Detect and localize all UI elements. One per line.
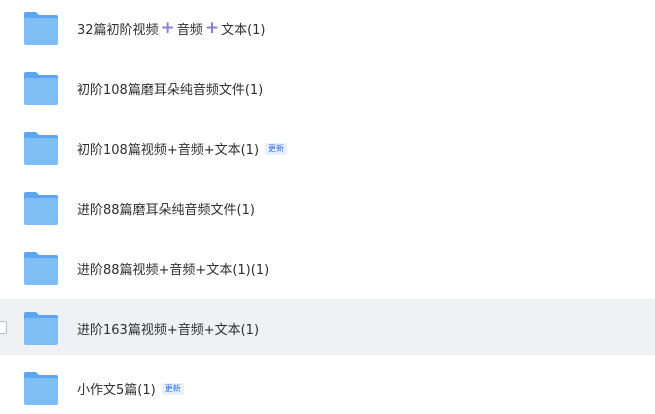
plus-icon: + <box>204 18 220 38</box>
folder-name-text: 进阶88篇磨耳朵纯音频文件(1) <box>77 203 255 218</box>
folder-row[interactable]: 进阶163篇视频+音频+文本(1) <box>0 299 655 355</box>
folder-name[interactable]: 进阶88篇磨耳朵纯音频文件(1) <box>77 199 255 218</box>
folder-name-text: 进阶163篇视频+音频+文本(1) <box>77 323 260 338</box>
folder-row[interactable]: 进阶88篇磨耳朵纯音频文件(1) <box>0 180 655 236</box>
folder-row[interactable]: 小作文5篇(1) 更新 <box>0 360 655 414</box>
folder-name-text: 初阶108篇磨耳朵纯音频文件(1) <box>77 83 264 98</box>
folder-name[interactable]: 小作文5篇(1) 更新 <box>77 379 184 398</box>
folder-icon <box>22 250 60 286</box>
folder-name[interactable]: 初阶108篇磨耳朵纯音频文件(1) <box>77 79 263 98</box>
folder-name-text: 小作文5篇(1) <box>77 383 156 398</box>
folder-icon <box>22 310 60 346</box>
update-badge: 更新 <box>265 142 288 155</box>
folder-row[interactable]: 32篇初阶视频 + 音频 + 文本(1) <box>0 0 655 56</box>
folder-name-text: 初阶108篇视频+音频+文本(1) <box>77 143 260 158</box>
folder-name[interactable]: 进阶163篇视频+音频+文本(1) <box>77 319 259 338</box>
folder-name-text: 进阶88篇视频+音频+文本(1)(1) <box>77 263 270 278</box>
folder-name[interactable]: 初阶108篇视频+音频+文本(1) 更新 <box>77 139 288 158</box>
folder-row[interactable]: 初阶108篇磨耳朵纯音频文件(1) <box>0 60 655 116</box>
file-list: 32篇初阶视频 + 音频 + 文本(1) 初阶108篇磨耳朵纯音频文件(1) 初 <box>0 0 655 414</box>
folder-name[interactable]: 32篇初阶视频 + 音频 + 文本(1) <box>77 18 266 39</box>
folder-row[interactable]: 进阶88篇视频+音频+文本(1)(1) <box>0 240 655 296</box>
folder-name-part: 32篇初阶视频 <box>77 23 159 38</box>
folder-icon <box>22 70 60 106</box>
folder-icon <box>22 130 60 166</box>
folder-icon <box>22 190 60 226</box>
folder-name-part: 音频 <box>176 23 203 38</box>
folder-icon <box>22 370 60 406</box>
checkbox[interactable] <box>0 321 7 334</box>
folder-name[interactable]: 进阶88篇视频+音频+文本(1)(1) <box>77 259 269 278</box>
folder-row[interactable]: 初阶108篇视频+音频+文本(1) 更新 <box>0 120 655 176</box>
folder-icon <box>22 10 60 46</box>
plus-icon: + <box>160 18 175 38</box>
update-badge: 更新 <box>161 382 184 395</box>
folder-name-part: 文本(1) <box>221 23 266 38</box>
